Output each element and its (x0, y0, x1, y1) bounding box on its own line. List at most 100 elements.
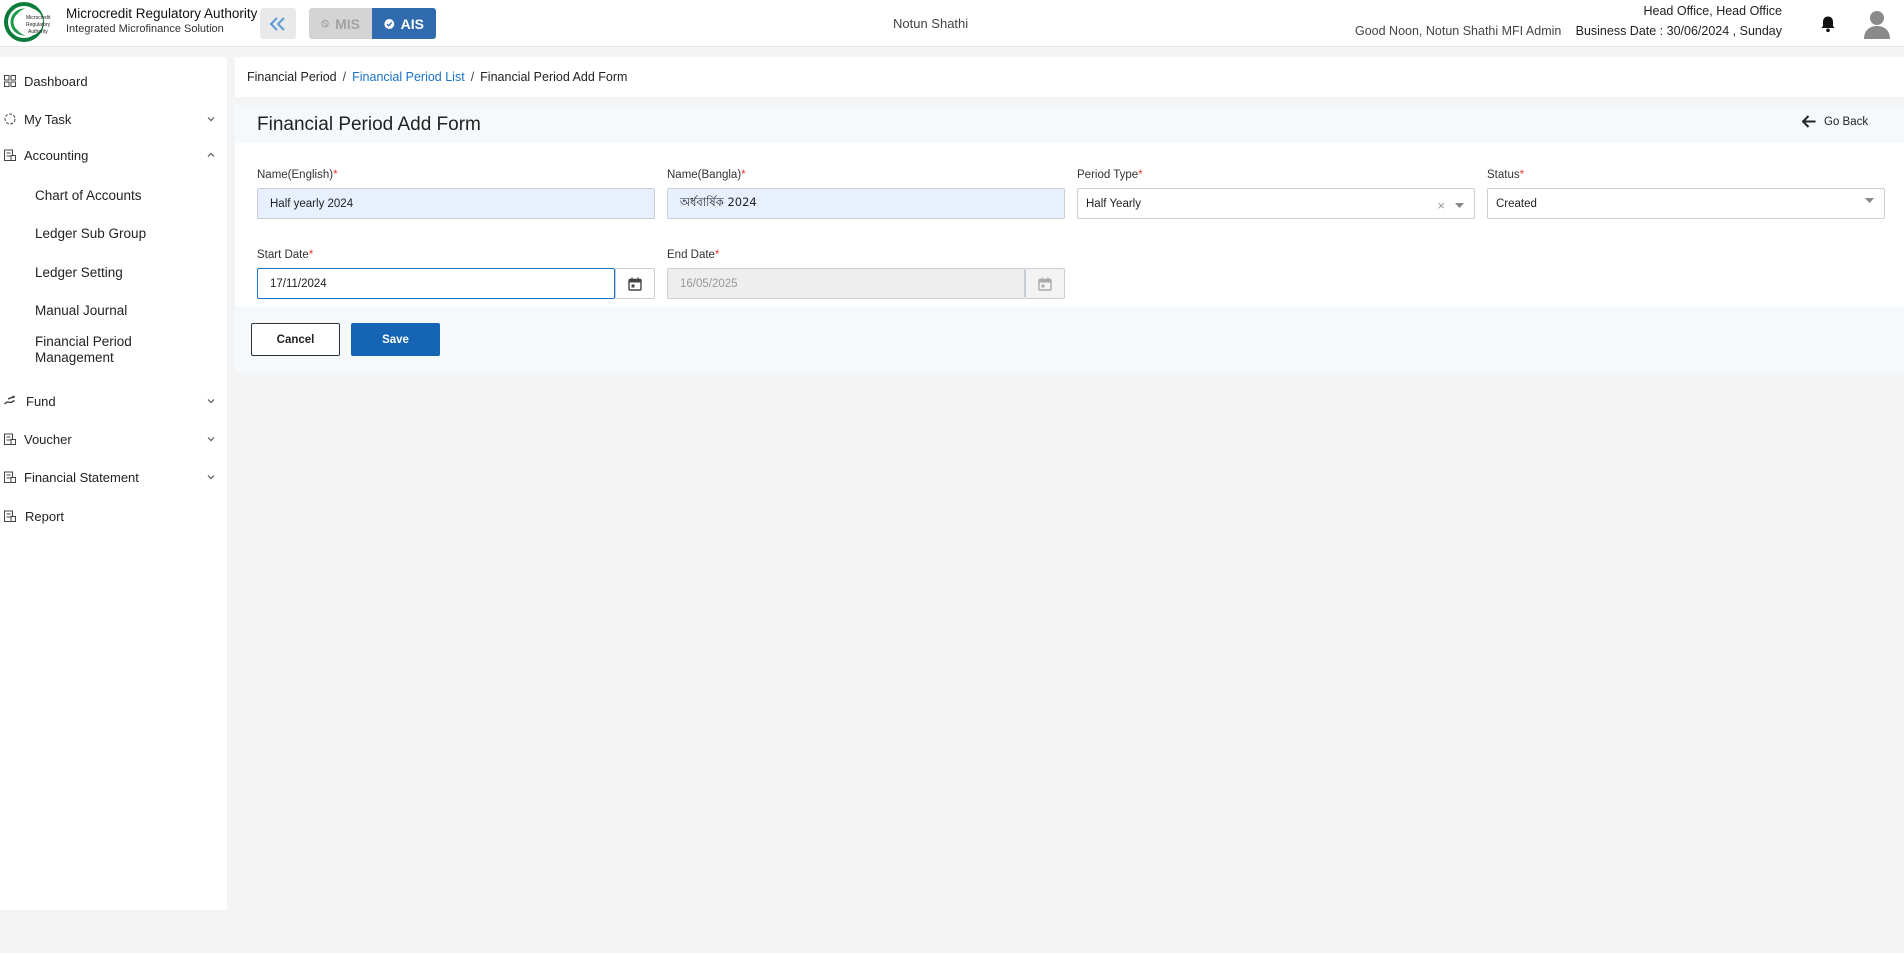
sidebar-item-voucher[interactable]: Voucher (0, 423, 227, 455)
status-value: Created (1496, 197, 1537, 210)
double-chevron-left-icon (269, 16, 285, 31)
sidebar-item-label: Fund (26, 393, 56, 409)
sidebar-item-label: My Task (24, 111, 72, 127)
check-circle-icon (384, 18, 395, 29)
save-button[interactable]: Save (351, 323, 440, 356)
period-type-select[interactable]: Half Yearly × (1077, 188, 1475, 219)
mra-logo: Microcredit Regulatory Authority (4, 2, 51, 42)
period-type-value: Half Yearly (1086, 197, 1141, 210)
required-mark: * (1138, 169, 1143, 181)
label-text: End Date (667, 249, 715, 261)
required-mark: * (308, 249, 314, 261)
sidebar-item-label: Financial Statement (24, 469, 139, 485)
sidebar-item-dashboard[interactable]: Dashboard (0, 65, 227, 97)
org-name: Microcredit Regulatory Authority (66, 6, 258, 21)
label-text: Period Type (1077, 169, 1139, 181)
sidebar-item-label: Report (25, 508, 65, 524)
go-back-label: Go Back (1824, 115, 1869, 128)
task-icon (4, 113, 16, 125)
period-type-label: Period Type* (1077, 169, 1143, 181)
label-text: Start Date (257, 249, 309, 261)
sidebar-subitem-ledger-setting[interactable]: Ledger Setting (35, 265, 215, 281)
mis-label: MIS (335, 15, 360, 32)
end-date-picker-button (1025, 268, 1065, 299)
sidebar: Dashboard My Task Accounting Chart of Ac… (0, 57, 227, 910)
sidebar-subitem-financial-period-management[interactable]: Financial Period Management (35, 334, 165, 366)
sidebar-item-label: Dashboard (24, 73, 88, 89)
sidebar-subitem-chart-of-accounts[interactable]: Chart of Accounts (35, 188, 215, 204)
chevron-down-icon (207, 475, 215, 480)
status-label: Status* (1487, 169, 1524, 181)
label-text: Name(Bangla) (667, 169, 742, 181)
ais-mode-button[interactable]: AIS (372, 8, 436, 39)
notification-bell-icon[interactable] (1818, 14, 1838, 34)
collapse-sidebar-button[interactable] (260, 8, 296, 39)
page-title: Financial Period Add Form (257, 114, 481, 135)
chevron-down-icon (207, 117, 215, 122)
breadcrumb-link-financial-period-list[interactable]: Financial Period List (352, 70, 465, 84)
select-controls: × (1437, 198, 1464, 213)
cancel-button[interactable]: Cancel (251, 323, 340, 356)
label-text: Name(English) (257, 169, 334, 181)
ais-label: AIS (400, 15, 424, 32)
sidebar-item-accounting[interactable]: Accounting (0, 139, 227, 171)
report-icon (4, 510, 16, 522)
calendar-icon (628, 277, 642, 291)
greeting-text: Good Noon, Notun Shathi MFI Admin (1355, 24, 1562, 38)
statement-icon (4, 471, 16, 483)
top-header: Microcredit Regulatory Authority Microcr… (0, 0, 1904, 47)
name-english-label: Name(English)* (257, 169, 338, 181)
mis-mode-button[interactable]: MIS (309, 8, 372, 39)
name-bangla-label: Name(Bangla)* (667, 169, 746, 181)
voucher-icon (4, 433, 16, 445)
chevron-down-icon (207, 437, 215, 442)
sidebar-item-label: Voucher (24, 431, 72, 447)
ledger-icon (4, 149, 16, 161)
breadcrumb-current: Financial Period Add Form (480, 70, 628, 84)
required-mark: * (1519, 169, 1525, 181)
form-actions-bar (235, 306, 1904, 372)
ban-icon (321, 19, 329, 28)
breadcrumb-root: Financial Period (247, 70, 337, 84)
name-english-input[interactable]: Half yearly 2024 (257, 188, 655, 219)
sidebar-item-my-task[interactable]: My Task (0, 103, 227, 135)
module-switch: MIS AIS (309, 8, 436, 39)
svg-text:Microcredit: Microcredit (26, 15, 51, 21)
required-mark: * (333, 169, 338, 181)
go-back-button[interactable]: Go Back (1802, 115, 1868, 128)
sidebar-subitem-manual-journal[interactable]: Manual Journal (35, 303, 215, 319)
caret-down-icon[interactable] (1865, 198, 1874, 204)
chevron-up-icon (207, 152, 215, 157)
sidebar-subitem-ledger-sub-group[interactable]: Ledger Sub Group (35, 226, 215, 242)
name-bangla-input[interactable]: অর্ধবার্ষিক 2024 (667, 188, 1065, 219)
form-panel: Financial Period Add Form Go Back Name(E… (235, 105, 1904, 372)
sidebar-item-label: Accounting (24, 147, 89, 163)
clear-icon[interactable]: × (1437, 198, 1445, 213)
start-date-picker-button[interactable] (615, 268, 655, 299)
breadcrumb: Financial Period / Financial Period List… (235, 57, 1904, 97)
calendar-icon (1038, 277, 1052, 291)
breadcrumb-separator: / (470, 70, 475, 84)
select-controls (1865, 198, 1874, 204)
office-name: Head Office, Head Office (1643, 4, 1782, 18)
grid-icon (4, 75, 16, 87)
end-date-input: 16/05/2025 (667, 268, 1025, 299)
required-mark: * (714, 249, 720, 261)
start-date-label: Start Date* (257, 249, 313, 261)
breadcrumb-separator: / (342, 70, 347, 84)
business-date: Business Date : 30/06/2024 , Sunday (1575, 24, 1782, 38)
sidebar-item-financial-statement[interactable]: Financial Statement (0, 461, 227, 493)
sidebar-item-fund[interactable]: Fund (0, 385, 227, 417)
hand-money-icon (4, 395, 15, 405)
chevron-down-icon (207, 399, 215, 404)
user-avatar-icon[interactable] (1863, 9, 1891, 39)
end-date-label: End Date* (667, 249, 719, 261)
organization-title: Notun Shathi (893, 16, 969, 31)
svg-text:Regulatory: Regulatory (26, 22, 51, 28)
sidebar-item-report[interactable]: Report (0, 500, 227, 532)
status-select[interactable]: Created (1487, 188, 1885, 219)
caret-down-icon[interactable] (1455, 202, 1464, 209)
start-date-input[interactable]: 17/11/2024 (257, 268, 615, 299)
label-text: Status (1487, 169, 1520, 181)
svg-text:Authority: Authority (28, 29, 48, 35)
